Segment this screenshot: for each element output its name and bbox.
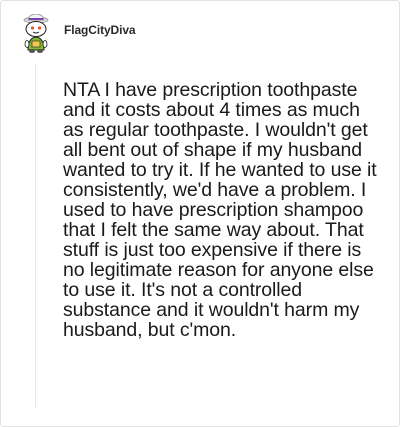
- comment-body-text: NTA I have prescription toothpaste and i…: [63, 79, 377, 341]
- comment-author-username[interactable]: FlagCityDiva: [64, 23, 136, 37]
- thread-collapse-line[interactable]: [35, 63, 36, 409]
- comment-header: FlagCityDiva: [21, 14, 136, 54]
- snoo-avatar-icon[interactable]: [21, 14, 51, 54]
- comment-card: FlagCityDiva NTA I have prescription too…: [0, 0, 400, 427]
